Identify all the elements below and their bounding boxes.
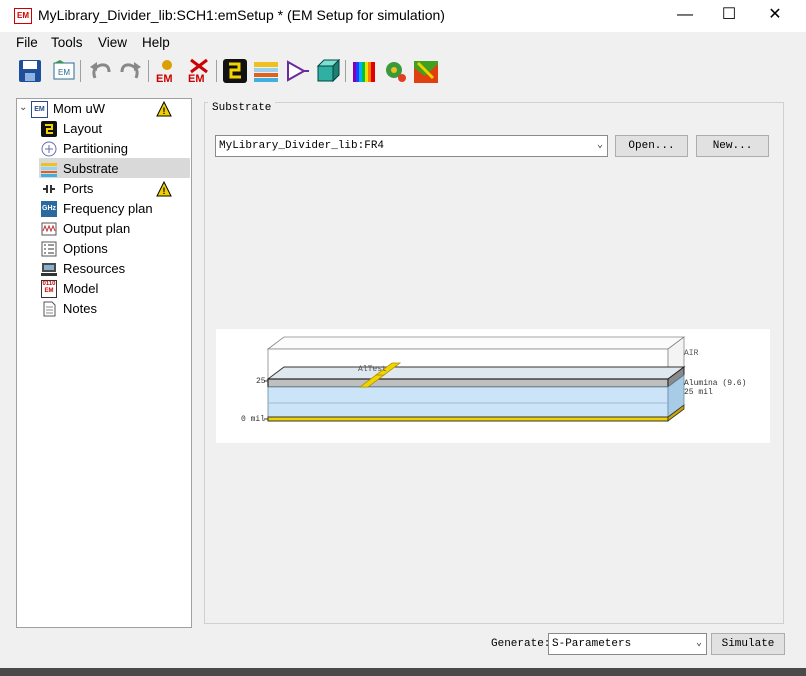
toolbar: EM EM EM [0,54,806,90]
substrate-icon [41,161,57,177]
top-tick-label: 25 [256,377,266,386]
trace-label: AlTest [358,365,387,374]
toolbar-separator [148,60,149,82]
setup-tree: ⌄ EM Mom uW ! Layout Partitioning Substr… [16,98,192,628]
save-icon[interactable] [17,58,43,84]
ports-icon [41,181,57,197]
tree-item-partitioning[interactable]: Partitioning [63,139,128,159]
spectrum-icon[interactable] [351,58,377,84]
ghz-icon: GHz [41,201,57,217]
redo-icon[interactable] [118,58,144,84]
substrate-select[interactable]: MyLibrary_Divider_lib:FR4 ⌄ [215,135,608,157]
collapse-icon[interactable]: ⌄ [19,102,27,113]
notes-icon [41,301,57,317]
tree-item-ports[interactable]: Ports [63,179,93,199]
layout-icon[interactable] [222,58,248,84]
air-label: AIR [684,349,699,358]
menu-bar: File Tools View Help [0,32,806,54]
em-app-icon: EM [14,8,32,24]
gear-3d-icon[interactable] [382,58,408,84]
menu-tools[interactable]: Tools [51,35,83,50]
toolbar-separator [80,60,81,82]
svg-text:!: ! [163,186,166,196]
title-bar: EM MyLibrary_Divider_lib:SCH1:emSetup * … [0,0,806,32]
new-button[interactable]: New... [696,135,769,157]
bottom-tick-label: 0 mil [241,415,266,424]
output-plan-icon [41,221,57,237]
svg-text:EM: EM [156,73,173,84]
tree-item-notes[interactable]: Notes [63,299,97,319]
substrate-select-value: MyLibrary_Divider_lib:FR4 [219,140,385,152]
client-area: ⌄ EM Mom uW ! Layout Partitioning Substr… [0,90,806,668]
tree-item-options[interactable]: Options [63,239,108,259]
port-icon[interactable] [284,58,310,84]
thickness-label: 25 mil [684,388,713,397]
minimize-button[interactable]: — [662,0,708,30]
toolbar-separator [345,60,346,82]
svg-text:!: ! [163,106,166,116]
substrate-preview: AlTest AIR Alumina (9.6) 25 mil 25 0 mil [216,329,770,443]
layout-icon [41,121,57,137]
simulate-button[interactable]: Simulate [711,633,785,655]
menu-file[interactable]: File [16,35,38,50]
em-stop-icon[interactable]: EM [186,58,212,85]
svg-text:EM: EM [188,73,205,84]
svg-text:EM: EM [58,68,70,77]
open-button[interactable]: Open... [615,135,688,157]
substrate-group-label: Substrate [208,102,276,114]
warning-icon: ! [156,180,172,197]
window-title: MyLibrary_Divider_lib:SCH1:emSetup * (EM… [38,7,445,23]
box-3d-icon[interactable] [315,58,341,84]
warning-icon: ! [156,100,172,117]
bottom-border [0,668,806,676]
tree-item-resources[interactable]: Resources [63,259,125,279]
partitioning-icon [41,141,57,157]
visualization-icon[interactable] [413,58,439,84]
maximize-button[interactable]: ☐ [706,0,752,30]
chevron-down-icon: ⌄ [596,140,603,151]
tree-item-layout[interactable]: Layout [63,119,102,139]
tree-item-frequency-plan[interactable]: Frequency plan [63,199,153,219]
generate-select[interactable]: S-Parameters ⌄ [548,633,707,655]
close-button[interactable]: ✕ [752,0,798,30]
resources-icon [41,261,57,277]
toolbar-separator [216,60,217,82]
undo-icon[interactable] [87,58,113,84]
tree-item-output-plan[interactable]: Output plan [63,219,130,239]
generate-select-value: S-Parameters [552,638,632,650]
menu-help[interactable]: Help [142,35,170,50]
open-em-icon[interactable]: EM [51,58,77,84]
alumina-label: Alumina (9.6) [684,379,747,388]
generate-label: Generate: [491,638,551,650]
options-icon [41,241,57,257]
substrate-icon[interactable] [253,58,279,84]
tree-root-mom-uw[interactable]: Mom uW [53,99,105,119]
chevron-down-icon: ⌄ [695,638,702,649]
menu-view[interactable]: View [98,35,127,50]
tree-item-model[interactable]: Model [63,279,98,299]
tree-item-substrate[interactable]: Substrate [63,159,119,179]
model-icon: 0110 EM [41,280,57,298]
em-icon: EM [31,101,48,118]
em-simulate-icon[interactable]: EM [154,58,180,85]
